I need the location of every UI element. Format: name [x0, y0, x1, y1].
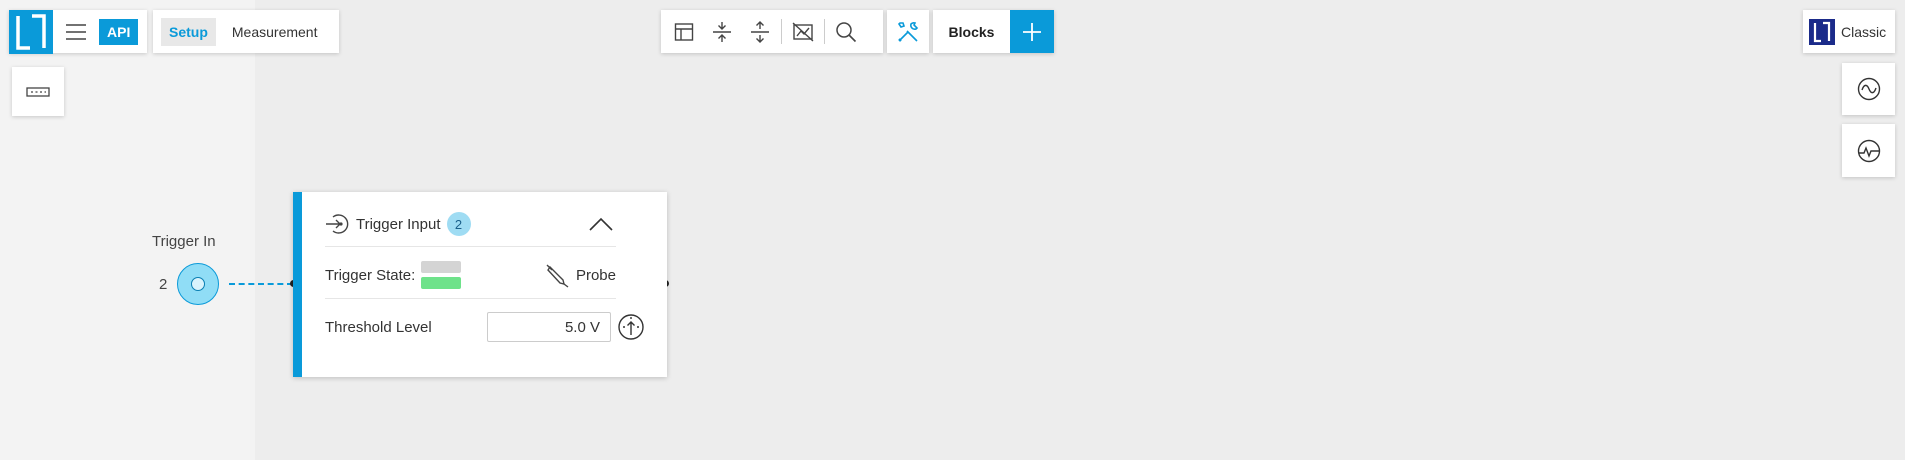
hide-chart-icon[interactable] [784, 10, 822, 53]
row-divider [325, 298, 616, 299]
threshold-input[interactable] [487, 312, 611, 342]
port-center [191, 277, 205, 291]
wrench-screwdriver-icon [897, 21, 919, 42]
block-header: Trigger Input 2 [325, 210, 616, 238]
tab-measurement[interactable]: Measurement [224, 18, 326, 46]
trigger-input-icon [326, 214, 349, 234]
oscilloscope-button[interactable] [1842, 63, 1895, 115]
search-icon[interactable] [827, 10, 865, 53]
port-label: Trigger In [152, 233, 216, 250]
block-title: Trigger Input [356, 215, 441, 233]
meter-button[interactable] [1842, 124, 1895, 177]
classic-label: Classic [1841, 23, 1887, 40]
toolbar-divider [781, 19, 782, 44]
tools-button[interactable] [887, 10, 929, 53]
state-bar-active [421, 277, 462, 289]
gauge-icon[interactable] [617, 313, 645, 341]
block-count-badge: 2 [446, 212, 471, 236]
blocks-toolbar: Blocks [933, 10, 1054, 53]
threshold-label: Threshold Level [325, 318, 432, 336]
menu-icon[interactable] [61, 17, 91, 47]
meter-icon [1857, 139, 1880, 162]
layout-icon[interactable] [665, 10, 703, 53]
probe-label: Probe [575, 266, 616, 284]
blocks-button[interactable]: Blocks [933, 24, 1010, 40]
tab-setup[interactable]: Setup [161, 17, 216, 46]
probe-icon [546, 264, 569, 288]
classic-view-button[interactable]: Classic [1803, 10, 1895, 53]
mode-tabs: Setup Measurement [153, 10, 339, 53]
logo-small-icon [1809, 18, 1835, 45]
keyboard-icon [26, 86, 50, 97]
expand-vertical-icon[interactable] [741, 10, 779, 53]
toolbar-divider [824, 19, 825, 44]
plus-icon [1023, 22, 1041, 41]
trigger-state-indicator [421, 261, 462, 289]
add-block-button[interactable] [1010, 10, 1054, 53]
trigger-in-port[interactable] [177, 263, 219, 305]
collapse-chevron-icon[interactable] [589, 217, 613, 231]
row-divider [325, 246, 616, 247]
api-button[interactable]: API [99, 18, 139, 45]
brand-toolbar: API [9, 9, 147, 54]
trigger-input-block[interactable]: Trigger Input 2 Trigger State: Probe Thr… [293, 192, 667, 377]
trigger-state-row: Trigger State: Probe [325, 254, 616, 296]
logo-icon[interactable] [9, 9, 53, 54]
connection-wire [229, 283, 293, 285]
probe-button[interactable]: Probe [544, 262, 616, 288]
state-bar-inactive [421, 261, 462, 273]
port-number: 2 [159, 276, 168, 293]
keyboard-button[interactable] [12, 67, 64, 116]
oscilloscope-icon [1857, 77, 1880, 101]
trigger-state-label: Trigger State: [325, 266, 416, 284]
view-toolbar [661, 10, 883, 53]
threshold-row: Threshold Level [325, 306, 645, 348]
collapse-vertical-icon[interactable] [703, 10, 741, 53]
